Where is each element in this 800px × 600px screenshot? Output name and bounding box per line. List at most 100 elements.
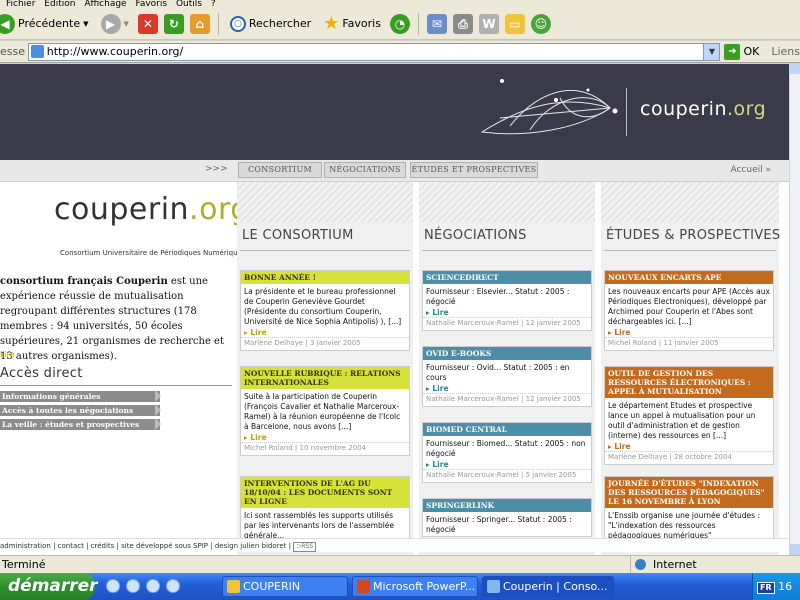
lire-link[interactable]: ▸ Lire (241, 433, 409, 442)
status-text: Terminé (2, 558, 46, 571)
lire-link[interactable]: ▸ Lire (423, 384, 591, 393)
nav-accueil-link[interactable]: Accueil » (730, 165, 771, 175)
forward-button[interactable]: ▶ ▼ (98, 12, 132, 36)
news-card-body: Fournisseur : Ovid... Statut : 2005 : en… (426, 363, 570, 382)
news-card-title[interactable]: OUTIL DE GESTION DES RESSOURCES ÉLECTRON… (605, 367, 773, 398)
lire-link[interactable]: ▸ Lire (241, 328, 409, 337)
menu-favoris[interactable]: Favoris (135, 0, 167, 8)
folder-icon[interactable]: ▭ (504, 13, 525, 34)
favorites-button[interactable]: ★ Favoris (320, 12, 384, 36)
quick-launch (106, 579, 180, 593)
media-icon[interactable] (146, 579, 160, 593)
print-icon[interactable]: ⎙ (452, 13, 473, 34)
news-card-title[interactable]: BIOMED CENTRAL (423, 423, 591, 436)
system-tray: FR 16 (752, 573, 800, 600)
acces-veille[interactable]: La veille : études et prospectives (0, 419, 160, 430)
news-card-title[interactable]: OVID E-BOOKS (423, 347, 591, 360)
task-label: Couperin | Conso... (503, 580, 608, 593)
left-column: couperin.org Consortium Universitaire de… (0, 182, 249, 555)
intro-text: consortium français Couperin est une exp… (0, 274, 232, 364)
back-dropdown-icon[interactable]: ▼ (83, 20, 88, 28)
banner-logo[interactable]: couperin.org (640, 98, 766, 120)
vertical-scrollbar[interactable] (789, 64, 800, 554)
task-couperin-folder[interactable]: COUPERIN (222, 576, 348, 597)
history-icon[interactable]: ◔ (389, 13, 410, 34)
menu-bar: Fichier Édition Affichage Favoris Outils… (0, 0, 800, 8)
desktop-icon[interactable] (166, 579, 180, 593)
star-icon: ★ (323, 13, 340, 34)
scroll-down-icon[interactable] (790, 544, 800, 554)
toolbar-separator (417, 12, 419, 35)
search-button[interactable]: ○ Rechercher (227, 12, 314, 36)
go-button[interactable]: ➔ OK (724, 43, 759, 60)
start-button[interactable]: démarrer (0, 573, 98, 600)
news-card: JOURNÉE D'ÉTUDES "INDEXATION DES RESSOUR… (604, 476, 774, 543)
banner-logo-text: couperin (640, 98, 727, 120)
language-indicator[interactable]: FR (757, 582, 775, 594)
news-card-body: Les nouveaux encarts pour APE (Accès aux… (608, 287, 770, 326)
column-title-divider (604, 250, 776, 251)
security-zone: Internet (630, 556, 697, 573)
lire-label: Lire (614, 328, 631, 337)
tab-consortium[interactable]: CONSORTIUM (238, 162, 322, 178)
acces-negociations[interactable]: Accès à toutes les négociations (0, 405, 160, 416)
news-card-title[interactable]: NOUVEAUX ENCARTS APE (605, 271, 773, 284)
rss-icon[interactable]: ⊃RSS (293, 542, 317, 552)
address-input[interactable]: http://www.couperin.org/ ▼ (27, 42, 721, 61)
tab-etudes[interactable]: ÉTUDES ET PROSPECTIVES (410, 162, 538, 178)
ie-icon[interactable] (106, 579, 120, 593)
messenger-icon[interactable]: ☺ (530, 13, 551, 34)
lire-label: Lire (250, 433, 267, 442)
page-icon (30, 45, 44, 58)
links-bar[interactable]: Liens (771, 45, 800, 58)
refresh-icon[interactable]: ↻ (163, 13, 184, 34)
column-consortium: LE CONSORTIUM BONNE ANNÉE ! La président… (237, 182, 413, 555)
menu-affichage[interactable]: Affichage (84, 0, 126, 8)
column-etudes: ÉTUDES & PROSPECTIVES NOUVEAUX ENCARTS A… (601, 182, 780, 555)
tab-negociations[interactable]: NÉGOCIATIONS (324, 162, 406, 178)
news-card-title[interactable]: NOUVELLE RUBRIQUE : RELATIONS INTERNATIO… (241, 367, 409, 389)
news-card: NOUVELLE RUBRIQUE : RELATIONS INTERNATIO… (240, 366, 410, 456)
news-card: NOUVEAUX ENCARTS APE Les nouveaux encart… (604, 270, 774, 351)
task-internet-explorer[interactable]: Couperin | Conso... (482, 576, 614, 597)
news-card-title[interactable]: SCIENCEDIRECT (423, 271, 591, 284)
outlook-icon[interactable] (126, 579, 140, 593)
acces-informations-generales[interactable]: Informations générales (0, 391, 160, 402)
news-card-title[interactable]: JOURNÉE D'ÉTUDES "INDEXATION DES RESSOUR… (605, 477, 773, 508)
lire-label: Lire (432, 308, 449, 317)
menu-help[interactable]: ? (211, 0, 216, 8)
lire-link[interactable]: ▸ Lire (423, 460, 591, 469)
news-card-title[interactable]: BONNE ANNÉE ! (241, 271, 409, 284)
menu-edition[interactable]: Édition (44, 0, 75, 8)
news-card-meta: Marlène Delhaye | 3 janvier 2005 (241, 337, 409, 350)
news-card-body: Le département Etudes et prospective lan… (608, 401, 756, 440)
back-button[interactable]: ◀ Précédente ▼ (0, 12, 92, 36)
task-powerpoint[interactable]: Microsoft PowerP... (352, 576, 478, 597)
menu-fichier[interactable]: Fichier (6, 0, 35, 8)
edit-icon[interactable]: W (478, 13, 499, 34)
intro-lire-link[interactable]: Lire (0, 350, 15, 359)
news-card-body: Ici sont rassemblés les supports utilisé… (244, 511, 395, 540)
banner-logo-org: .org (727, 98, 767, 120)
lire-link[interactable]: ▸ Lire (605, 442, 773, 451)
address-dropdown-icon[interactable]: ▼ (703, 43, 720, 60)
news-card: OUTIL DE GESTION DES RESSOURCES ÉLECTRON… (604, 366, 774, 465)
column-hatch (237, 182, 413, 222)
lire-link[interactable]: ▸ Lire (423, 308, 591, 317)
news-card-title[interactable]: INTERVENTIONS DE L'AG DU 18/10/04 : LES … (241, 477, 409, 508)
news-card-meta: Michel Roland | 11 janvier 2005 (605, 337, 773, 350)
news-card-title[interactable]: SPRINGERLINK (423, 499, 591, 512)
mail-icon[interactable]: ✉ (426, 13, 447, 34)
nav-arrows: >>> (205, 164, 228, 174)
lire-link[interactable]: ▸ Lire (605, 328, 773, 337)
forward-dropdown-icon[interactable]: ▼ (124, 20, 129, 28)
lire-label: Lire (614, 442, 631, 451)
scroll-up-icon[interactable] (790, 64, 800, 74)
menu-outils[interactable]: Outils (176, 0, 202, 8)
lire-label: Lire (250, 328, 267, 337)
news-card-meta: Nathalie Marceroux-Ramel | 12 janvier 20… (423, 393, 591, 406)
home-icon[interactable]: ⌂ (189, 13, 210, 34)
stop-icon[interactable]: ✕ (137, 13, 158, 34)
site-logo[interactable]: couperin.org (54, 192, 250, 227)
footer-links[interactable]: administration | contact | crédits | sit… (0, 542, 291, 550)
